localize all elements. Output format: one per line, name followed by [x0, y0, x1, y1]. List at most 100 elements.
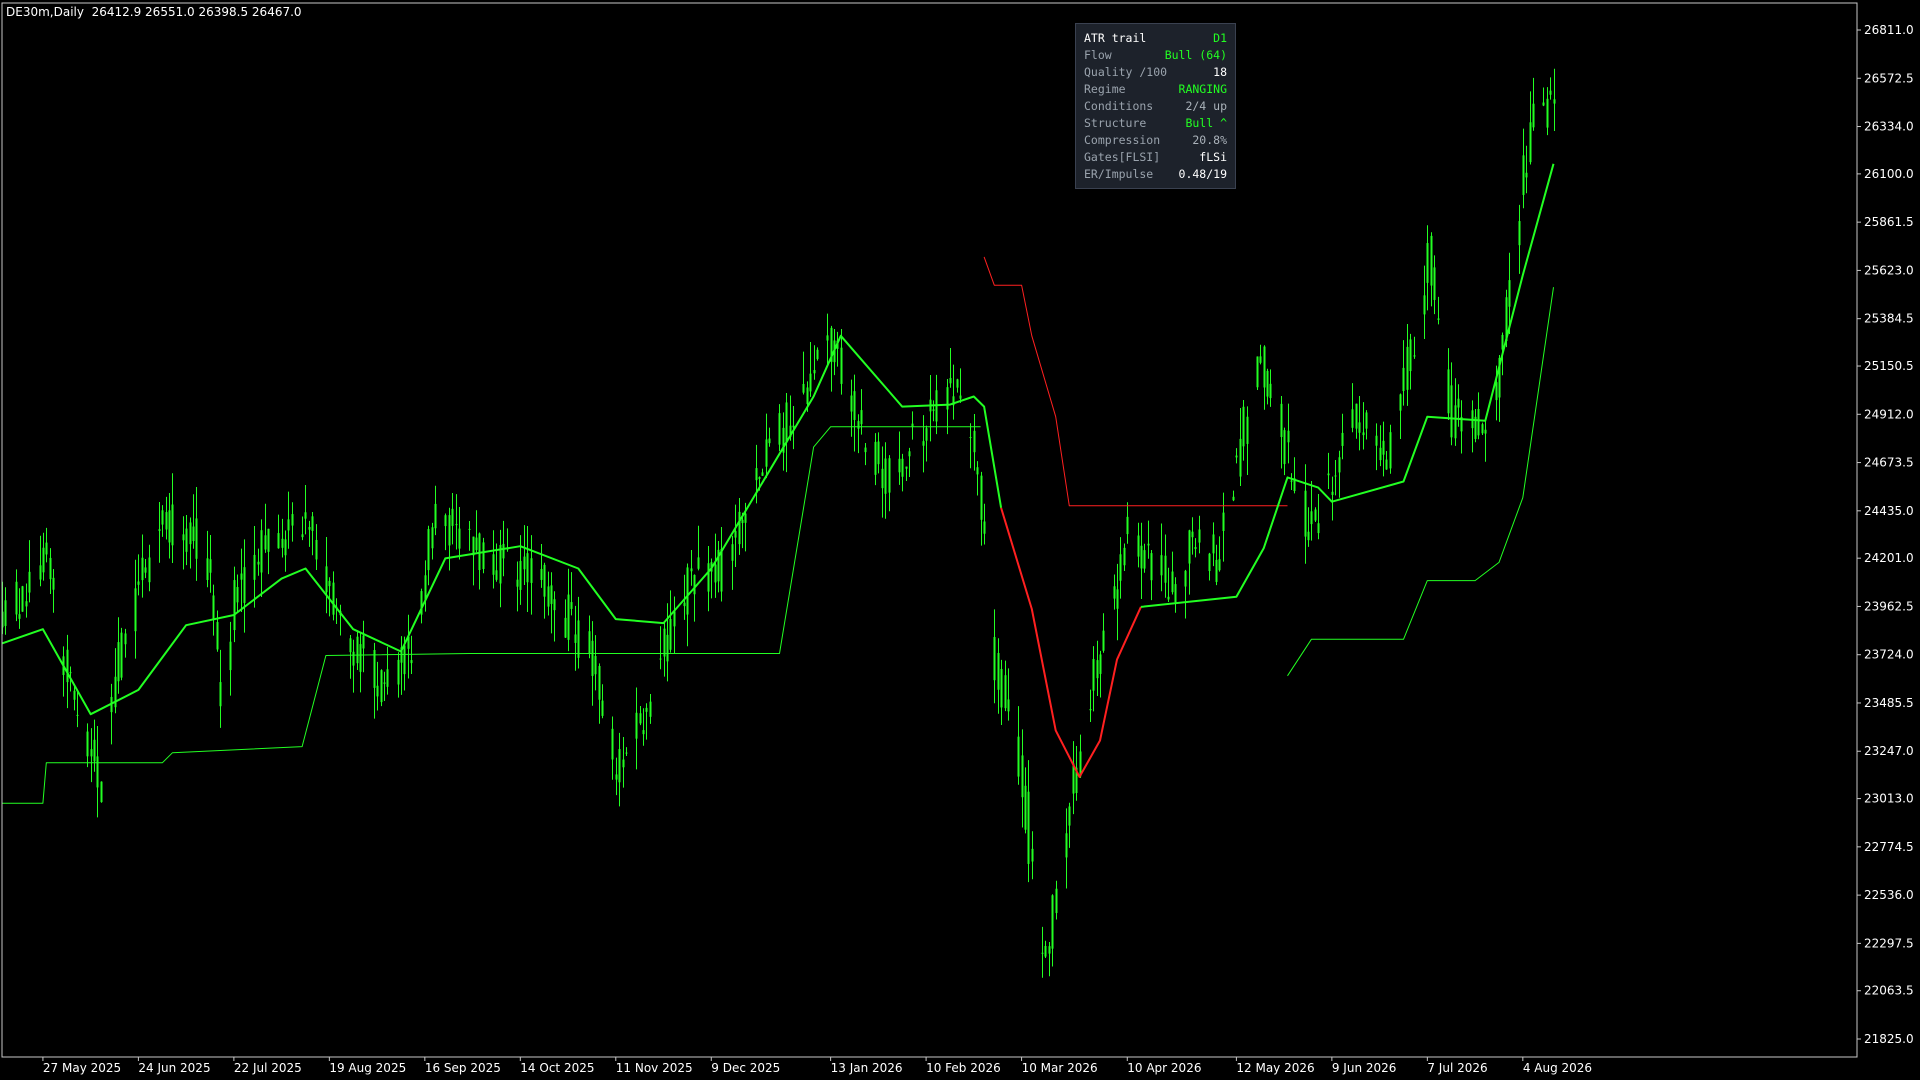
candle: [1471, 400, 1474, 453]
candle: [158, 502, 161, 563]
candle: [1208, 552, 1211, 581]
candle: [25, 583, 28, 618]
price-chart[interactable]: 26811.0 26572.5 26334.0 26100.0 25861.5 25623…: [0, 0, 1920, 1080]
price-tick-label: 23013.0: [1864, 792, 1914, 806]
candle: [1021, 729, 1024, 828]
candle: [397, 652, 400, 698]
candle: [983, 503, 986, 545]
candle: [922, 415, 925, 473]
indicator-lines: [1, 163, 1555, 804]
candle: [195, 486, 198, 581]
candle: [1266, 368, 1269, 405]
candle: [86, 723, 89, 768]
candle: [802, 351, 805, 395]
candle: [15, 569, 18, 622]
candle: [1024, 767, 1027, 834]
candle: [1549, 77, 1552, 100]
candle: [332, 571, 335, 621]
candle: [877, 432, 880, 474]
candle: [21, 585, 24, 612]
candle: [611, 716, 614, 780]
candle: [39, 535, 42, 587]
panel-row-conditions: Conditions 2/4 up: [1084, 98, 1227, 115]
candle: [206, 530, 209, 588]
candle: [782, 412, 785, 471]
candle: [956, 378, 959, 393]
candle: [1430, 232, 1433, 307]
candle: [1218, 536, 1221, 572]
candle: [349, 635, 352, 679]
candle: [219, 649, 222, 728]
candle: [1317, 493, 1320, 540]
panel-row-key: Quality /100: [1084, 65, 1168, 79]
price-tick-label: 24912.0: [1864, 407, 1914, 421]
candle: [639, 706, 642, 726]
candle: [427, 525, 430, 586]
candle: [659, 626, 662, 670]
candle: [816, 347, 819, 361]
candle: [543, 562, 546, 619]
candle: [110, 683, 113, 745]
candle: [690, 549, 693, 586]
price-tick-label: 23485.5: [1864, 696, 1914, 710]
candle: [1194, 538, 1197, 558]
candle: [386, 646, 389, 695]
time-tick-label: 10 Mar 2026: [1022, 1061, 1098, 1075]
candle: [526, 525, 529, 613]
candle: [1447, 348, 1450, 420]
candle: [243, 539, 246, 633]
candle: [482, 537, 485, 574]
candle: [472, 536, 475, 586]
candle: [281, 518, 284, 558]
candle: [1096, 640, 1099, 696]
candle: [1007, 668, 1010, 721]
panel-row-flow: Flow Bull (64): [1084, 47, 1227, 64]
time-tick-label: 11 Nov 2025: [616, 1061, 693, 1075]
candle: [171, 473, 174, 564]
candle: [969, 423, 972, 469]
candle: [738, 497, 741, 555]
candle: [1232, 490, 1235, 502]
candle: [264, 503, 267, 553]
candle: [1116, 563, 1119, 641]
time-tick-label: 13 Jan 2026: [831, 1061, 903, 1075]
price-tick-label: 26100.0: [1864, 167, 1914, 181]
price-tick-label: 21825.0: [1864, 1032, 1914, 1046]
price-tick-label: 26572.5: [1864, 71, 1914, 85]
candle: [124, 628, 127, 658]
candle: [1147, 520, 1150, 559]
candle: [1457, 384, 1460, 427]
candle: [1409, 333, 1412, 390]
candle: [448, 507, 451, 571]
panel-row-structure: Structure Bull ^: [1084, 115, 1227, 132]
candle: [980, 471, 983, 546]
candle: [1041, 926, 1044, 978]
candle: [809, 342, 812, 397]
candle: [1174, 577, 1177, 613]
candle: [1259, 344, 1262, 365]
candle: [1338, 450, 1341, 498]
candle: [1362, 402, 1365, 450]
candle: [1164, 534, 1167, 598]
panel-title-row: ATR trail D1: [1084, 30, 1227, 47]
candle: [1017, 706, 1020, 785]
time-tick-label: 9 Jun 2026: [1332, 1061, 1397, 1075]
candle: [52, 568, 55, 613]
candle: [1327, 452, 1330, 490]
atr-trail-bull-line-2: [1287, 287, 1554, 677]
candle: [1280, 395, 1283, 469]
panel-row-er-impulse: ER/Impulse 0.48/19: [1084, 166, 1227, 183]
candle: [1212, 522, 1215, 567]
candle: [1246, 406, 1249, 476]
candle: [1460, 400, 1463, 454]
candle: [601, 684, 604, 719]
candle: [553, 591, 556, 642]
candle: [1048, 941, 1051, 977]
candle: [76, 691, 79, 728]
candle: [1341, 413, 1344, 460]
candle: [1263, 345, 1266, 410]
panel-row-key: Regime: [1084, 82, 1126, 96]
time-tick-label: 9 Dec 2025: [711, 1061, 780, 1075]
candle: [1474, 408, 1477, 443]
ohlc-values: 26412.9 26551.0 26398.5 26467.0: [91, 5, 302, 19]
